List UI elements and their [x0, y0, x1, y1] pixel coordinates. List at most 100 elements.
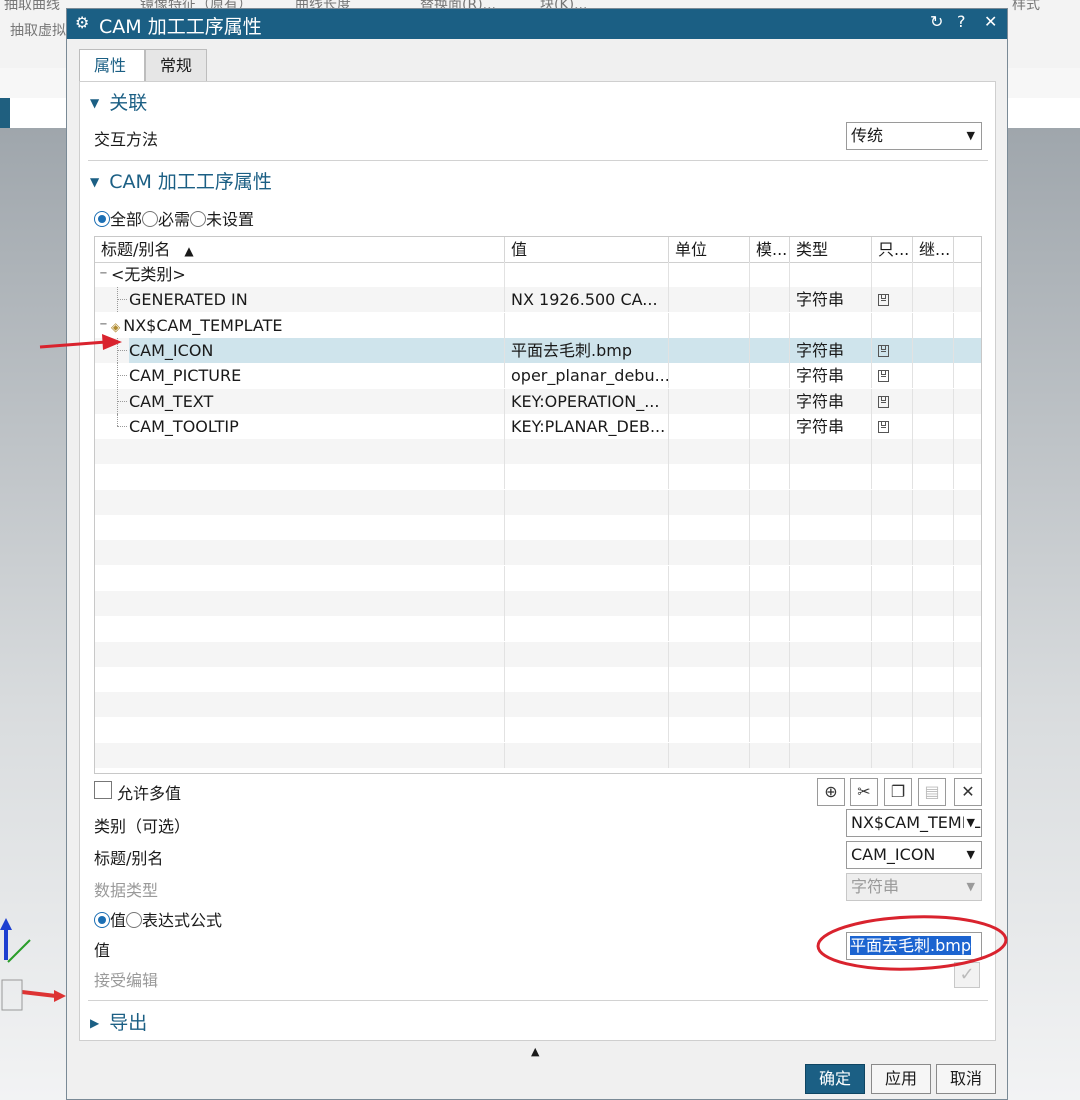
tab-attributes[interactable]: 属性: [79, 49, 145, 83]
cell-empty: [872, 489, 913, 515]
collapse-up-icon[interactable]: ▲: [531, 1045, 539, 1058]
cell-empty: [505, 439, 669, 465]
attribute-filter-radio-group: 全部 必需 未设置: [94, 206, 254, 230]
column-header-title-label: 标题/别名: [101, 240, 171, 259]
cell-empty: [954, 667, 981, 692]
cell-empty: [790, 515, 872, 540]
table-empty-row: [95, 616, 981, 642]
table-row[interactable]: − <无类别>: [95, 262, 981, 287]
column-header-inherit[interactable]: 继...: [913, 237, 954, 262]
table-row[interactable]: CAM_ICON 平面去毛刺.bmp 字符串: [95, 337, 981, 363]
add-attribute-icon[interactable]: ⊕: [817, 778, 845, 806]
cell-empty: [669, 616, 750, 642]
tab-general[interactable]: 常规: [145, 49, 207, 81]
category-select[interactable]: NX$CAM_TEMPLATE ▼: [846, 809, 982, 837]
table-empty-row: [95, 565, 981, 591]
chevron-down-icon: ▼: [966, 880, 975, 893]
annotation-ellipse-icon: [816, 915, 1008, 971]
section-cam-attributes-header[interactable]: ▼ CAM 加工工序属性: [90, 167, 272, 194]
cell-empty: [872, 515, 913, 540]
column-header-title[interactable]: 标题/别名 ▲: [95, 237, 505, 262]
cell-empty: [790, 565, 872, 591]
table-row[interactable]: CAM_PICTURE oper_planar_debu... 字符串: [95, 363, 981, 389]
readonly-disk-icon: [878, 420, 889, 433]
column-header-value[interactable]: 值: [505, 237, 669, 262]
readonly-disk-icon: [878, 395, 889, 408]
table-empty-row: [95, 590, 981, 616]
table-empty-row: [95, 515, 981, 540]
interaction-method-value: 传统: [851, 126, 884, 145]
filter-required-radio[interactable]: [142, 211, 159, 227]
cell-empty: [913, 489, 954, 515]
table-empty-row: [95, 439, 981, 465]
copy-icon[interactable]: ❐: [884, 778, 912, 806]
value-mode-expression-radio[interactable]: [126, 912, 143, 928]
filter-unset-radio[interactable]: [190, 211, 207, 227]
cell: [669, 262, 750, 287]
table-empty-row: [95, 742, 981, 768]
close-icon[interactable]: ✕: [984, 12, 997, 31]
title-alias-label: 标题/别名: [94, 849, 164, 868]
reset-icon[interactable]: ↻: [930, 12, 943, 31]
table-row[interactable]: − ◈ NX$CAM_TEMPLATE: [95, 312, 981, 338]
cell-empty: [750, 590, 790, 616]
apply-button[interactable]: 应用: [871, 1064, 931, 1094]
filter-all-radio[interactable]: [94, 211, 110, 227]
allow-multiple-values-checkbox[interactable]: [94, 781, 112, 799]
column-header-type[interactable]: 类型: [790, 237, 872, 262]
cell-empty: [913, 464, 954, 490]
table-row[interactable]: CAM_TEXT KEY:OPERATION_... 字符串: [95, 388, 981, 414]
cell: [669, 363, 750, 389]
value-mode-radio-group: 值表达式公式: [94, 907, 222, 931]
coordinate-triad-icon: [0, 918, 66, 1011]
dialog-titlebar[interactable]: ⚙ CAM 加工工序属性 ↻ ? ✕: [67, 9, 1007, 39]
table-empty-row: [95, 464, 981, 490]
paste-icon[interactable]: ▤: [918, 778, 946, 806]
cell-empty: [750, 439, 790, 465]
column-header-unit[interactable]: 单位: [669, 237, 750, 262]
filter-unset-label: 未设置: [206, 210, 255, 229]
table-row[interactable]: GENERATED IN NX 1926.500 CA... 字符串: [95, 287, 981, 313]
cell-empty: [954, 591, 981, 616]
help-icon[interactable]: ?: [957, 12, 966, 31]
cut-icon[interactable]: ✂: [850, 778, 878, 806]
value-mode-value-radio[interactable]: [94, 912, 110, 928]
tree-connector: [117, 388, 118, 414]
title-alias-select[interactable]: CAM_ICON ▼: [846, 841, 982, 869]
interaction-method-select[interactable]: 传统 ▼: [846, 122, 982, 150]
cancel-button[interactable]: 取消: [936, 1064, 996, 1094]
cell-empty: [954, 464, 981, 489]
cell-empty: [872, 439, 913, 465]
cell-empty: [95, 515, 505, 540]
cell-title: CAM_ICON: [95, 337, 505, 363]
column-header-readonly[interactable]: 只...: [872, 237, 913, 262]
cell-empty: [954, 692, 981, 717]
cell-empty: [954, 717, 981, 742]
section-association-header[interactable]: ▼ 关联: [90, 88, 147, 115]
cell-empty: [790, 666, 872, 692]
cell-empty: [790, 692, 872, 718]
section-export-header[interactable]: ▶ 导出: [90, 1008, 147, 1035]
cell: [954, 363, 981, 388]
cell-empty: [505, 565, 669, 591]
attributes-table[interactable]: 标题/别名 ▲ 值 单位 模... 类型 只... 继... − <无类别> GENE…: [94, 236, 982, 774]
cell: [913, 388, 954, 414]
column-header-mode[interactable]: 模...: [750, 237, 790, 262]
cell-empty: [95, 439, 505, 465]
cell-empty: [913, 616, 954, 642]
ok-button[interactable]: 确定: [805, 1064, 865, 1094]
tree-collapse-icon[interactable]: −: [99, 269, 108, 279]
cell-empty: [505, 515, 669, 540]
delete-icon[interactable]: ✕: [954, 778, 982, 806]
table-row[interactable]: CAM_TOOLTIP KEY:PLANAR_DEB... 字符串: [95, 413, 981, 439]
cell-title-text: CAM_TOOLTIP: [129, 416, 239, 436]
cell: [750, 337, 790, 363]
table-empty-row: [95, 717, 981, 743]
cell-empty: [790, 717, 872, 743]
cell-empty: [954, 515, 981, 540]
cell-type: [790, 262, 872, 287]
cell-empty: [790, 742, 872, 768]
cell-empty: [669, 489, 750, 515]
cell-readonly: [872, 363, 913, 389]
annotation-arrow-icon: [39, 334, 122, 350]
